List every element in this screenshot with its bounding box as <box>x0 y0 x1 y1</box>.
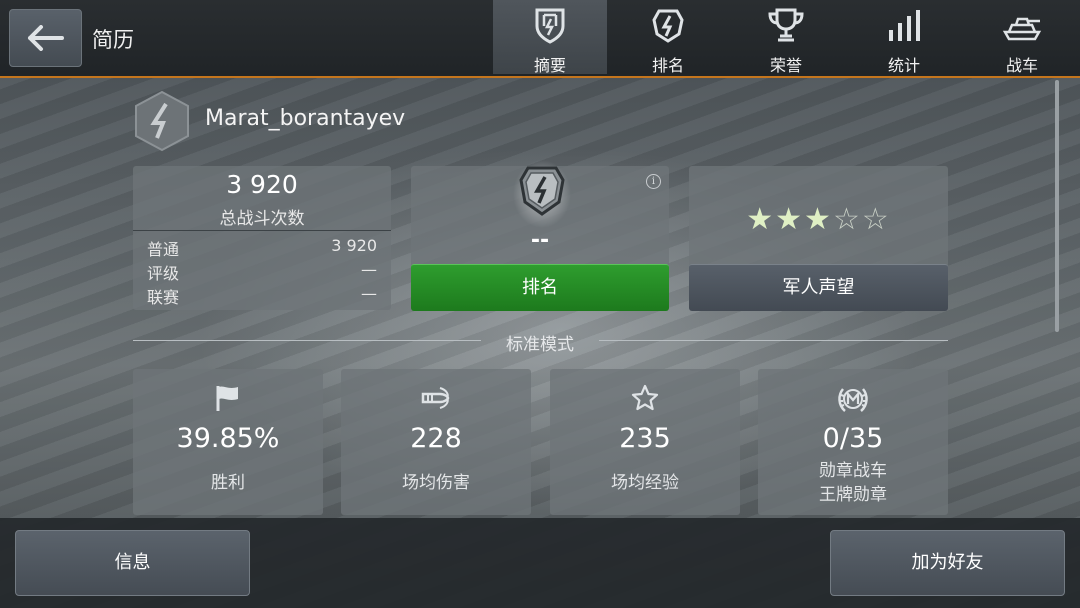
tab-honors[interactable]: 荣誉 <box>729 0 843 75</box>
rating-league-shield-icon <box>513 160 571 228</box>
stat-value: 0/35 <box>822 423 884 454</box>
stat-value: 235 <box>619 423 671 454</box>
page-title: 简历 <box>92 28 134 52</box>
battles-row-value: — <box>361 260 377 279</box>
star-filled-icon: ★ <box>775 202 805 237</box>
arrow-left-icon <box>28 25 64 51</box>
tab-vehicles[interactable]: 战车 <box>965 0 1079 75</box>
shell-icon <box>421 387 450 409</box>
battles-total-label: 总战斗次数 <box>219 209 305 229</box>
bar-stats-icon <box>889 10 920 41</box>
stat-label: 场均经验 <box>611 473 679 493</box>
tab-rating[interactable]: 排名 <box>611 0 725 75</box>
reputation-panel: ★★★☆☆ 军人声望 <box>689 166 948 311</box>
tab-label: 战车 <box>1005 56 1038 75</box>
stat-label: 勋章战车 王牌勋章 <box>758 459 948 507</box>
battles-row-label: 普通 <box>147 240 180 259</box>
info-button[interactable]: 信息 <box>15 530 250 596</box>
trophy-icon <box>768 8 804 42</box>
stat-card-avg-xp: 235 场均经验 <box>550 369 740 515</box>
star-outline-icon <box>631 384 659 411</box>
stat-label: 场均伤害 <box>402 473 470 493</box>
battles-row-rated: 评级 — <box>147 260 377 283</box>
divider <box>133 230 391 231</box>
stat-value: 39.85% <box>176 423 280 454</box>
tab-summary[interactable]: 摘要 <box>493 0 607 75</box>
star-empty-icon: ☆ <box>861 202 891 237</box>
battles-row-label: 评级 <box>147 264 180 283</box>
rating-button[interactable]: 排名 <box>411 264 669 311</box>
flag-icon <box>216 386 238 411</box>
tab-label: 摘要 <box>533 56 566 75</box>
back-button[interactable] <box>9 9 82 67</box>
mastery-badge-icon <box>838 388 868 412</box>
player-name: Marat_borantayev <box>205 106 406 131</box>
battles-row-league: 联赛 — <box>147 284 377 307</box>
stat-card-avg-damage: 228 场均伤害 <box>341 369 531 515</box>
stat-label-line: 王牌勋章 <box>819 485 887 505</box>
reputation-button[interactable]: 军人声望 <box>689 264 948 311</box>
stat-label: 胜利 <box>211 473 245 493</box>
tab-label: 统计 <box>887 56 920 75</box>
mode-title: 标准模式 <box>506 335 574 355</box>
star-filled-icon: ★ <box>804 202 833 237</box>
battles-row-label: 联赛 <box>147 288 180 307</box>
tab-label: 荣誉 <box>769 56 802 75</box>
star-filled-icon: ★ <box>746 202 776 237</box>
rating-value: -- <box>530 228 550 253</box>
rating-panel: i -- 排名 <box>411 160 669 311</box>
battles-total-value: 3 920 <box>226 170 298 199</box>
star-empty-icon: ☆ <box>832 202 862 237</box>
reputation-stars: ★★★☆☆ <box>689 202 948 237</box>
battles-row-value: — <box>361 284 377 303</box>
player-clan-emblem-icon <box>135 90 189 152</box>
tab-statistics[interactable]: 统计 <box>847 0 961 75</box>
stat-label-line: 勋章战车 <box>819 461 887 481</box>
add-friend-button[interactable]: 加为好友 <box>830 530 1065 596</box>
tank-icon <box>1002 17 1042 41</box>
info-icon[interactable]: i <box>646 174 661 189</box>
tab-label: 排名 <box>651 56 684 75</box>
rating-shield-icon <box>652 9 684 43</box>
top-bar: 简历 摘要 排名 荣誉 统计 战车 <box>0 0 1080 78</box>
stat-card-mastery: 0/35 勋章战车 王牌勋章 <box>758 369 948 515</box>
battles-row-regular: 普通 3 920 <box>147 236 377 259</box>
summary-shield-icon <box>535 8 565 44</box>
stat-value: 228 <box>410 423 462 454</box>
scrollbar[interactable] <box>1055 80 1059 332</box>
battles-row-value: 3 920 <box>331 236 377 255</box>
stat-card-winrate: 39.85% 胜利 <box>133 369 323 515</box>
battles-panel: 3 920 总战斗次数 普通 3 920 评级 — 联赛 — <box>133 166 391 310</box>
